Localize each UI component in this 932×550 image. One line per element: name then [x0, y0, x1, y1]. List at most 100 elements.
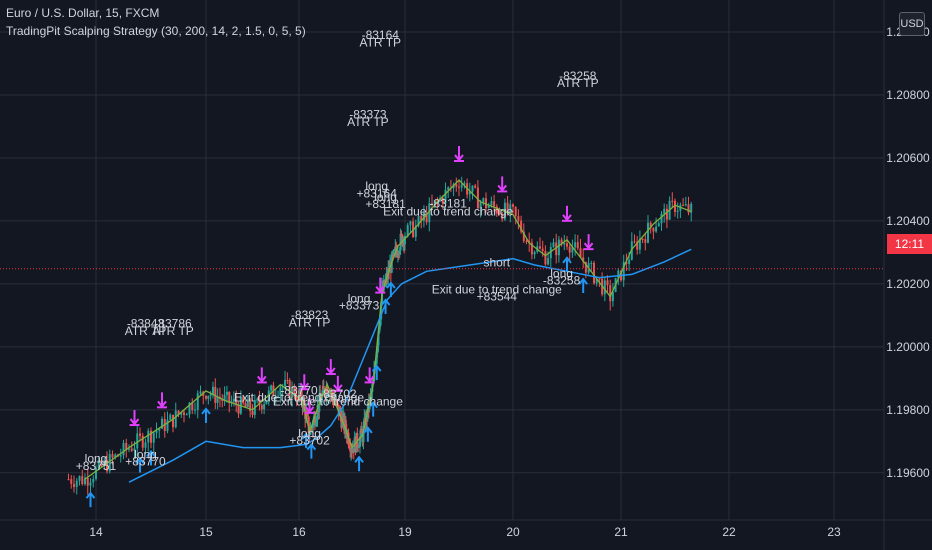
candle-body	[260, 405, 263, 410]
candle-body	[471, 185, 474, 192]
candle-body	[641, 238, 644, 240]
candle-body	[547, 258, 550, 265]
currency-button[interactable]: USD	[899, 12, 925, 36]
candle-body	[185, 414, 188, 416]
candle-body	[211, 386, 214, 395]
price-axis-label: 1.20400	[886, 214, 930, 228]
candle-body	[609, 285, 612, 302]
trade-annotation: ATR TP	[557, 76, 599, 90]
strategy-legend[interactable]: TradingPit Scalping Strategy (30, 200, 1…	[6, 24, 306, 38]
candle-body	[566, 243, 568, 247]
trade-annotation: +83751	[76, 459, 117, 473]
countdown-price-tag: 12:11	[887, 234, 932, 254]
trade-annotation: +83544	[477, 290, 518, 304]
trade-annotation: ATR TP	[289, 315, 331, 329]
candle-body	[130, 448, 133, 451]
price-axis-label: 1.19600	[886, 466, 930, 480]
candle-body	[676, 210, 679, 212]
candle-body	[139, 433, 141, 436]
candle-body	[75, 480, 78, 488]
candle-body	[455, 184, 458, 187]
candle-body	[194, 409, 196, 411]
candle-body	[89, 482, 92, 486]
candle-body	[474, 185, 477, 188]
candle-body	[541, 248, 544, 252]
candle-body	[598, 278, 601, 280]
candle-body	[525, 241, 528, 243]
candle-body	[593, 262, 595, 284]
trade-annotation: +83702	[289, 433, 330, 447]
trade-annotation: +83373	[339, 299, 380, 313]
candle-body	[665, 208, 668, 220]
price-axis-label: 1.20200	[886, 277, 930, 291]
candle-body	[409, 221, 412, 225]
chart-canvas[interactable]: 1.210001.208001.206001.204001.202001.200…	[0, 0, 932, 550]
candle-body	[482, 198, 485, 203]
trade-annotation: short	[483, 255, 510, 269]
time-axis-label: 15	[199, 525, 213, 539]
candle-body	[644, 239, 647, 243]
time-axis-label: 20	[506, 525, 520, 539]
candle-body	[552, 242, 555, 248]
candle-body	[78, 476, 81, 481]
trade-annotation: ATR TP	[152, 324, 194, 338]
candle-body	[286, 379, 289, 381]
time-axis-label: 19	[398, 525, 412, 539]
candle-body	[225, 391, 228, 395]
trade-annotation: +83770	[125, 455, 166, 469]
candle-body	[458, 186, 460, 188]
candle-body	[81, 476, 84, 485]
time-axis-label: 14	[89, 525, 103, 539]
symbol-title: Euro / U.S. Dollar, 15, FXCM	[6, 6, 160, 20]
candle-body	[628, 259, 631, 264]
candle-body	[122, 442, 125, 456]
candle-body	[671, 200, 674, 202]
candle-body	[603, 280, 606, 295]
candle-body	[574, 242, 577, 248]
candle-body	[174, 410, 177, 428]
candle-body	[73, 483, 75, 488]
candle-body	[652, 227, 655, 232]
candle-body	[544, 251, 547, 265]
candle-body	[199, 391, 202, 394]
candle-body	[663, 208, 666, 214]
candle-body	[70, 479, 73, 484]
time-axis-label: 22	[722, 525, 736, 539]
candle-body	[557, 239, 560, 256]
trade-annotation: +83181	[365, 197, 406, 211]
time-axis-label: 21	[614, 525, 628, 539]
price-axis-label: 1.19800	[886, 403, 930, 417]
candle-body	[684, 204, 687, 206]
trade-annotation: Exit due to trend change	[273, 394, 403, 408]
candle-body	[136, 433, 139, 449]
candle-body	[237, 405, 240, 414]
candle-body	[147, 430, 150, 443]
price-axis-label: 1.20800	[886, 88, 930, 102]
candle-body	[590, 262, 593, 264]
price-axis-label: 1.20000	[886, 340, 930, 354]
candle-body	[539, 246, 541, 249]
candle-body	[606, 280, 609, 286]
candle-body	[568, 246, 571, 253]
candle-body	[196, 393, 199, 410]
candle-body	[533, 251, 536, 255]
candle-body	[655, 226, 658, 232]
candle-body	[152, 432, 155, 443]
candle-body	[514, 206, 517, 217]
candle-body	[647, 222, 649, 243]
candle-body	[633, 241, 636, 243]
time-axis-label: 23	[827, 525, 841, 539]
time-axis-label: 16	[292, 525, 306, 539]
candle-body	[207, 395, 210, 399]
candle-body	[67, 479, 70, 481]
candle-body	[111, 454, 114, 458]
candle-body	[209, 394, 212, 396]
candle-body	[183, 412, 185, 415]
candle-body	[657, 223, 660, 227]
candle-body	[251, 411, 254, 415]
trade-annotation: ATR TP	[347, 115, 389, 129]
candle-body	[205, 395, 207, 399]
candle-body	[169, 414, 172, 420]
candle-body	[563, 243, 566, 245]
candle-body	[682, 204, 685, 206]
